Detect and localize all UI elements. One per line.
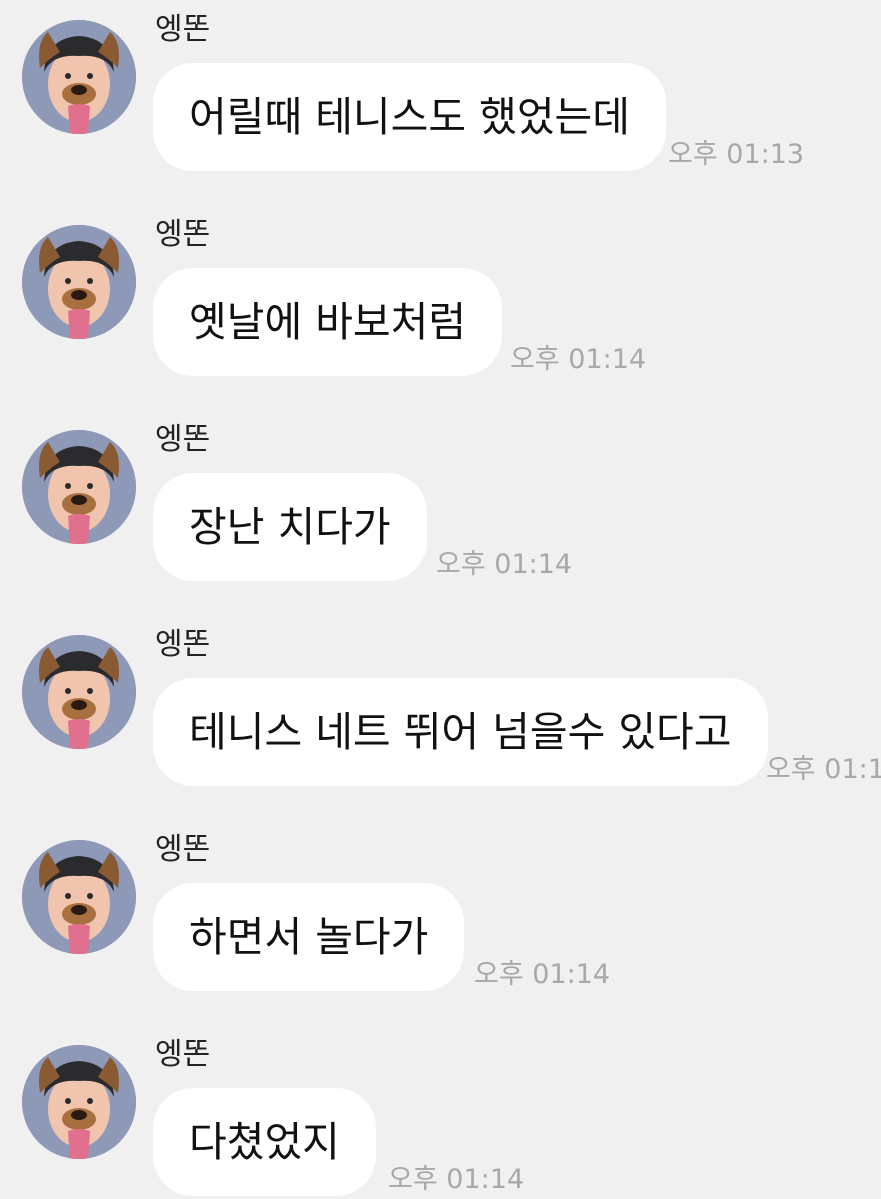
sender-name: 엥똔	[155, 12, 211, 47]
avatar[interactable]	[22, 20, 136, 134]
message-bubble[interactable]: 다쳤었지	[153, 1088, 376, 1196]
avatar[interactable]	[22, 225, 136, 339]
profile-photo-dog-filter-icon	[22, 840, 136, 954]
avatar[interactable]	[22, 635, 136, 749]
message-row: 엥똔 하면서 놀다가 오후 01:14	[0, 820, 881, 1020]
profile-photo-dog-filter-icon	[22, 430, 136, 544]
profile-photo-dog-filter-icon	[22, 225, 136, 339]
message-bubble[interactable]: 어릴때 테니스도 했었는데	[153, 63, 666, 171]
chat-message-list: 엥똔 어릴때 테니스도 했었는데 오후 01:13 엥똔 옛날에 바보처럼 오후…	[0, 0, 881, 1199]
message-row: 엥똔 테니스 네트 뛰어 넘을수 있다고 오후 01:14	[0, 615, 881, 815]
avatar[interactable]	[22, 840, 136, 954]
message-bubble[interactable]: 테니스 네트 뛰어 넘을수 있다고	[153, 678, 768, 786]
message-row: 엥똔 장난 치다가 오후 01:14	[0, 410, 881, 610]
message-timestamp: 오후 01:14	[766, 754, 881, 785]
avatar[interactable]	[22, 430, 136, 544]
message-timestamp: 오후 01:14	[436, 549, 573, 580]
sender-name: 엥똔	[155, 1037, 211, 1072]
message-row: 엥똔 어릴때 테니스도 했었는데 오후 01:13	[0, 0, 881, 200]
sender-name: 엥똔	[155, 217, 211, 252]
message-row: 엥똔 다쳤었지 오후 01:14	[0, 1025, 881, 1199]
sender-name: 엥똔	[155, 832, 211, 867]
message-bubble[interactable]: 하면서 놀다가	[153, 883, 465, 991]
message-row: 엥똔 옛날에 바보처럼 오후 01:14	[0, 205, 881, 405]
profile-photo-dog-filter-icon	[22, 1045, 136, 1159]
message-bubble[interactable]: 옛날에 바보처럼	[153, 268, 503, 376]
message-timestamp: 오후 01:14	[510, 344, 647, 375]
avatar[interactable]	[22, 1045, 136, 1159]
sender-name: 엥똔	[155, 627, 211, 662]
message-timestamp: 오후 01:14	[388, 1164, 525, 1195]
message-timestamp: 오후 01:14	[474, 959, 611, 990]
profile-photo-dog-filter-icon	[22, 635, 136, 749]
sender-name: 엥똔	[155, 422, 211, 457]
profile-photo-dog-filter-icon	[22, 20, 136, 134]
message-timestamp: 오후 01:13	[668, 139, 805, 170]
message-bubble[interactable]: 장난 치다가	[153, 473, 427, 581]
